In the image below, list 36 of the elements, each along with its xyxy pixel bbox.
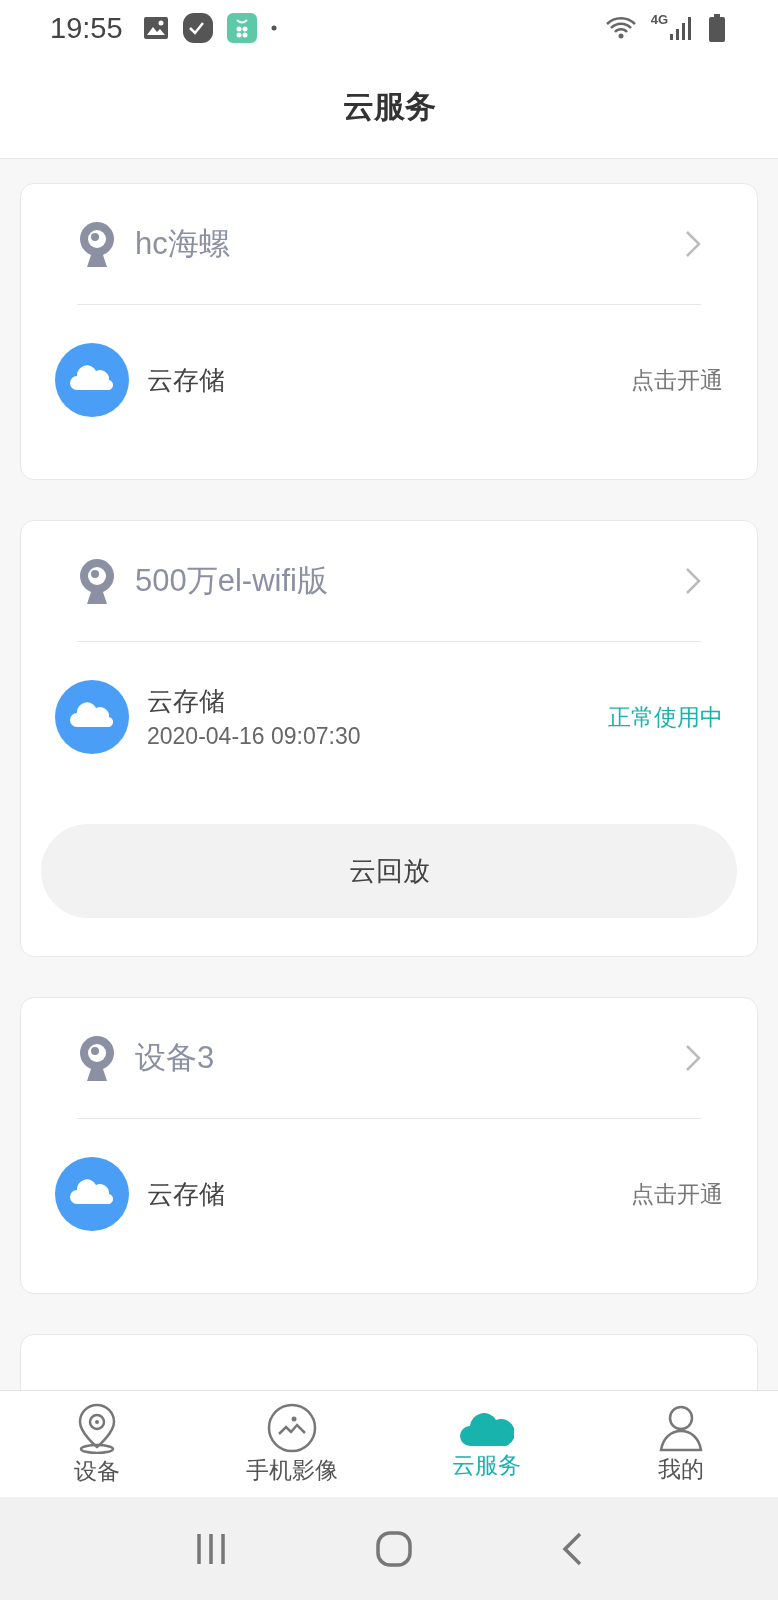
webcam-icon [77, 221, 117, 267]
nav-tab[interactable]: 云服务 [389, 1391, 584, 1497]
chevron-right-icon [685, 567, 701, 595]
device-name[interactable]: 设备3 [135, 1037, 667, 1079]
chevron-right-icon [685, 230, 701, 258]
cloud-icon [55, 343, 129, 417]
nav-tab[interactable]: 我的 [583, 1391, 778, 1497]
status-time: 19:55 [50, 11, 123, 45]
webcam-icon [77, 1035, 117, 1081]
chevron-right-icon [685, 1044, 701, 1072]
signal-icon [668, 14, 694, 42]
dot-icon [270, 25, 277, 31]
image-icon [142, 16, 169, 40]
wifi-icon [604, 15, 637, 41]
service-status[interactable]: 点击开通 [631, 1178, 723, 1210]
service-name: 云存储 [147, 685, 226, 718]
device-name[interactable]: hc海螺 [135, 223, 667, 265]
cloud-icon [55, 680, 129, 754]
service-name: 云存储 [147, 363, 226, 397]
check-bubble-icon [182, 13, 213, 43]
network-type: 4G [650, 12, 668, 27]
app-icon [226, 13, 257, 43]
page-title: 云服务 [342, 87, 436, 126]
service-name: 云存储 [147, 1177, 226, 1211]
nav-tab[interactable]: 设备 [0, 1391, 195, 1497]
cloud-icon [55, 1157, 129, 1231]
service-status: 正常使用中 [608, 702, 723, 732]
person-icon [657, 1403, 704, 1452]
battery-icon [708, 14, 726, 42]
device-name[interactable]: 500万el-wifi版 [135, 560, 667, 602]
nav-tab[interactable]: 手机影像 [194, 1391, 389, 1497]
playback-button[interactable]: 云回放 [41, 824, 737, 918]
service-status[interactable]: 点击开通 [631, 364, 723, 396]
mountain-circle-icon [266, 1402, 317, 1453]
service-date: 2020-04-16 09:07:30 [147, 723, 362, 750]
webcam-icon [77, 558, 117, 604]
